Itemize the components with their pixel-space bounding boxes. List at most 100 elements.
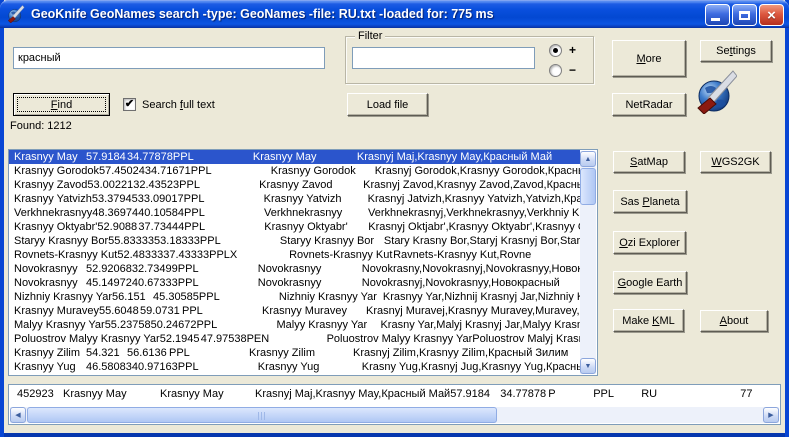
list-cell: Malyy Krasnyy Yar bbox=[276, 318, 380, 332]
list-cell: PPL bbox=[178, 360, 258, 374]
label-part: zi Explorer bbox=[628, 237, 680, 249]
more-button[interactable]: More bbox=[612, 40, 686, 77]
label-part: Se bbox=[716, 45, 729, 57]
sas-planeta-button[interactable]: Sas Planeta bbox=[613, 190, 687, 213]
list-cell: 55.6048 bbox=[99, 304, 140, 318]
button-label: NetRadar bbox=[625, 99, 672, 111]
list-cell: Poluostrov Malyy Krasnyy Yar bbox=[14, 332, 160, 346]
list-item[interactable]: Krasnyy May57.918434.77878PPLKrasnyy May… bbox=[9, 150, 580, 164]
filter-plus-radio[interactable]: + bbox=[549, 44, 576, 57]
wgs2gk-button[interactable]: WGS2GK bbox=[700, 151, 771, 173]
label-key: W bbox=[711, 156, 721, 168]
find-button[interactable]: Find bbox=[13, 93, 110, 116]
minimize-icon bbox=[711, 18, 720, 21]
settings-button[interactable]: Settings bbox=[700, 40, 772, 62]
list-item[interactable]: Novokrasnyy52.9206832.73499PPLNovokrasny… bbox=[9, 262, 580, 276]
list-cell: Staryy Krasnyy Bor bbox=[280, 234, 384, 248]
list-cell: 46.58083 bbox=[86, 360, 132, 374]
list-item[interactable]: Krasnyy Zavod53.0022132.43523PPLKrasnyy … bbox=[9, 178, 580, 192]
detail-panel[interactable]: 452923Krasnyy MayKrasnyy MayKrasnyj Maj,… bbox=[8, 384, 781, 425]
list-cell: PPL bbox=[199, 290, 279, 304]
list-cell: 59.0731 bbox=[140, 304, 182, 318]
list-item[interactable]: Krasnyy Muravey55.604859.0731PPLKrasnyy … bbox=[9, 304, 580, 318]
label-part: NetRadar bbox=[625, 99, 672, 111]
list-cell: Verkhnekrasnyy bbox=[14, 206, 92, 220]
maximize-button[interactable] bbox=[732, 4, 757, 26]
button-label: Load file bbox=[367, 99, 409, 111]
label-key: P bbox=[642, 196, 649, 208]
list-cell: 52.92068 bbox=[86, 262, 132, 276]
label-part: laneta bbox=[650, 196, 680, 208]
ozi-explorer-button[interactable]: Ozi Explorer bbox=[613, 231, 686, 254]
vertical-scrollbar-thumb[interactable] bbox=[580, 168, 596, 205]
list-item[interactable]: Nizhniy Krasnyy Yar56.15145.30585PPLNizh… bbox=[9, 290, 580, 304]
button-label: WGS2GK bbox=[711, 156, 759, 168]
make-kml-button[interactable]: Make KML bbox=[613, 309, 684, 332]
detail-cell: PPL bbox=[593, 387, 641, 402]
detail-cell: 452923 bbox=[17, 387, 63, 402]
list-cell: Krasnyj Muravej,Krasnyy Muravey,Muravey,… bbox=[366, 304, 580, 318]
filter-minus-radio[interactable]: − bbox=[549, 64, 576, 77]
detail-row[interactable]: 452923Krasnyy MayKrasnyy MayKrasnyj Maj,… bbox=[9, 387, 780, 402]
found-count-label: Found: 1212 bbox=[10, 120, 72, 132]
list-item[interactable]: Malyy Krasnyy Yar55.2375850.24672PPLMaly… bbox=[9, 318, 580, 332]
scroll-down-button[interactable]: ▼ bbox=[580, 358, 596, 374]
label-part: Sas bbox=[620, 196, 642, 208]
scroll-left-button[interactable]: ◀ bbox=[10, 407, 26, 423]
label-part: GS2GK bbox=[722, 156, 760, 168]
filter-input[interactable] bbox=[352, 47, 535, 69]
filter-label: Filter bbox=[355, 30, 385, 42]
list-item[interactable]: Krasnyy Zilim54.32156.6136PPLKrasnyy Zil… bbox=[9, 346, 580, 360]
list-item[interactable]: Krasnyy Yatvizh53.3794533.09017PPLKrasny… bbox=[9, 192, 580, 206]
list-cell: Krasnyj Maj,Krasnyy May,Красный Май bbox=[357, 150, 552, 164]
label-key: K bbox=[652, 315, 659, 327]
list-cell: PPL bbox=[182, 304, 262, 318]
app-window: GeoKnife GeoNames search -type: GeoNames… bbox=[0, 0, 789, 437]
list-cell: Rovnets-Krasnyy Kut bbox=[289, 248, 393, 262]
list-cell: Krasnyy Zavod bbox=[259, 178, 363, 192]
netradar-button[interactable]: NetRadar bbox=[612, 93, 686, 116]
list-cell: PPL bbox=[178, 262, 258, 276]
vertical-scrollbar[interactable]: ▲ ▼ bbox=[580, 151, 596, 374]
results-list[interactable]: Krasnyy May57.918434.77878PPLKrasnyy May… bbox=[8, 149, 598, 376]
list-item[interactable]: Verkhnekrasnyy48.3697440.10584PPLVerkhne… bbox=[9, 206, 580, 220]
list-item[interactable]: Krasnyy Gorodok57.4502434.71671PPLKrasny… bbox=[9, 164, 580, 178]
scroll-down-icon: ▼ bbox=[585, 363, 592, 370]
list-item[interactable]: Poluostrov Malyy Krasnyy Yar52.194547.97… bbox=[9, 332, 580, 346]
list-cell: Krasnyy May bbox=[253, 150, 357, 164]
list-cell: PPL bbox=[179, 178, 259, 192]
checkbox-label: Search full text bbox=[142, 99, 215, 111]
load-file-button[interactable]: Load file bbox=[347, 93, 428, 116]
horizontal-scrollbar-thumb[interactable] bbox=[27, 407, 497, 423]
list-item[interactable]: Krasnyy Oktyabr'52.908837.73444PPLKrasny… bbox=[9, 220, 580, 234]
list-cell: 52.9088 bbox=[97, 220, 138, 234]
google-earth-button[interactable]: Google Earth bbox=[613, 271, 687, 294]
search-full-text-checkbox[interactable]: ✔ Search full text bbox=[123, 98, 215, 111]
about-button[interactable]: About bbox=[700, 310, 768, 332]
close-button[interactable]: × bbox=[759, 4, 784, 26]
horizontal-scrollbar[interactable]: ◀ ▶ bbox=[10, 407, 779, 423]
label-key: A bbox=[720, 315, 727, 327]
list-cell: 33.09017 bbox=[138, 192, 184, 206]
list-cell: 52.48333 bbox=[117, 248, 163, 262]
scroll-right-button[interactable]: ▶ bbox=[763, 407, 779, 423]
list-cell: Krasnyy Zilim bbox=[14, 346, 86, 360]
list-cell: PPL bbox=[169, 346, 249, 360]
list-cell: PPL bbox=[184, 192, 264, 206]
list-cell: PPL bbox=[184, 220, 264, 234]
list-item[interactable]: Novokrasnyy45.1497240.67333PPLNovokrasny… bbox=[9, 276, 580, 290]
scroll-up-button[interactable]: ▲ bbox=[580, 151, 596, 167]
minimize-button[interactable] bbox=[705, 4, 730, 26]
label-key: G bbox=[618, 277, 627, 289]
list-item[interactable]: Rovnets-Krasnyy Kut52.4833337.43333PPLXR… bbox=[9, 248, 580, 262]
titlebar[interactable]: GeoKnife GeoNames search -type: GeoNames… bbox=[0, 0, 789, 28]
label-key: F bbox=[51, 99, 58, 111]
list-cell: PPL bbox=[173, 150, 253, 164]
checkbox-checked-icon: ✔ bbox=[123, 98, 136, 111]
list-item[interactable]: Staryy Krasnyy Bor55.8333353.18333PPLSta… bbox=[9, 234, 580, 248]
list-cell: PEN bbox=[247, 332, 327, 346]
satmap-button[interactable]: SatMap bbox=[613, 151, 685, 173]
search-input[interactable] bbox=[13, 47, 325, 69]
maximize-icon bbox=[739, 11, 750, 20]
list-item[interactable]: Krasnyy Yug46.5808340.97163PPLKrasnyy Yu… bbox=[9, 360, 580, 374]
